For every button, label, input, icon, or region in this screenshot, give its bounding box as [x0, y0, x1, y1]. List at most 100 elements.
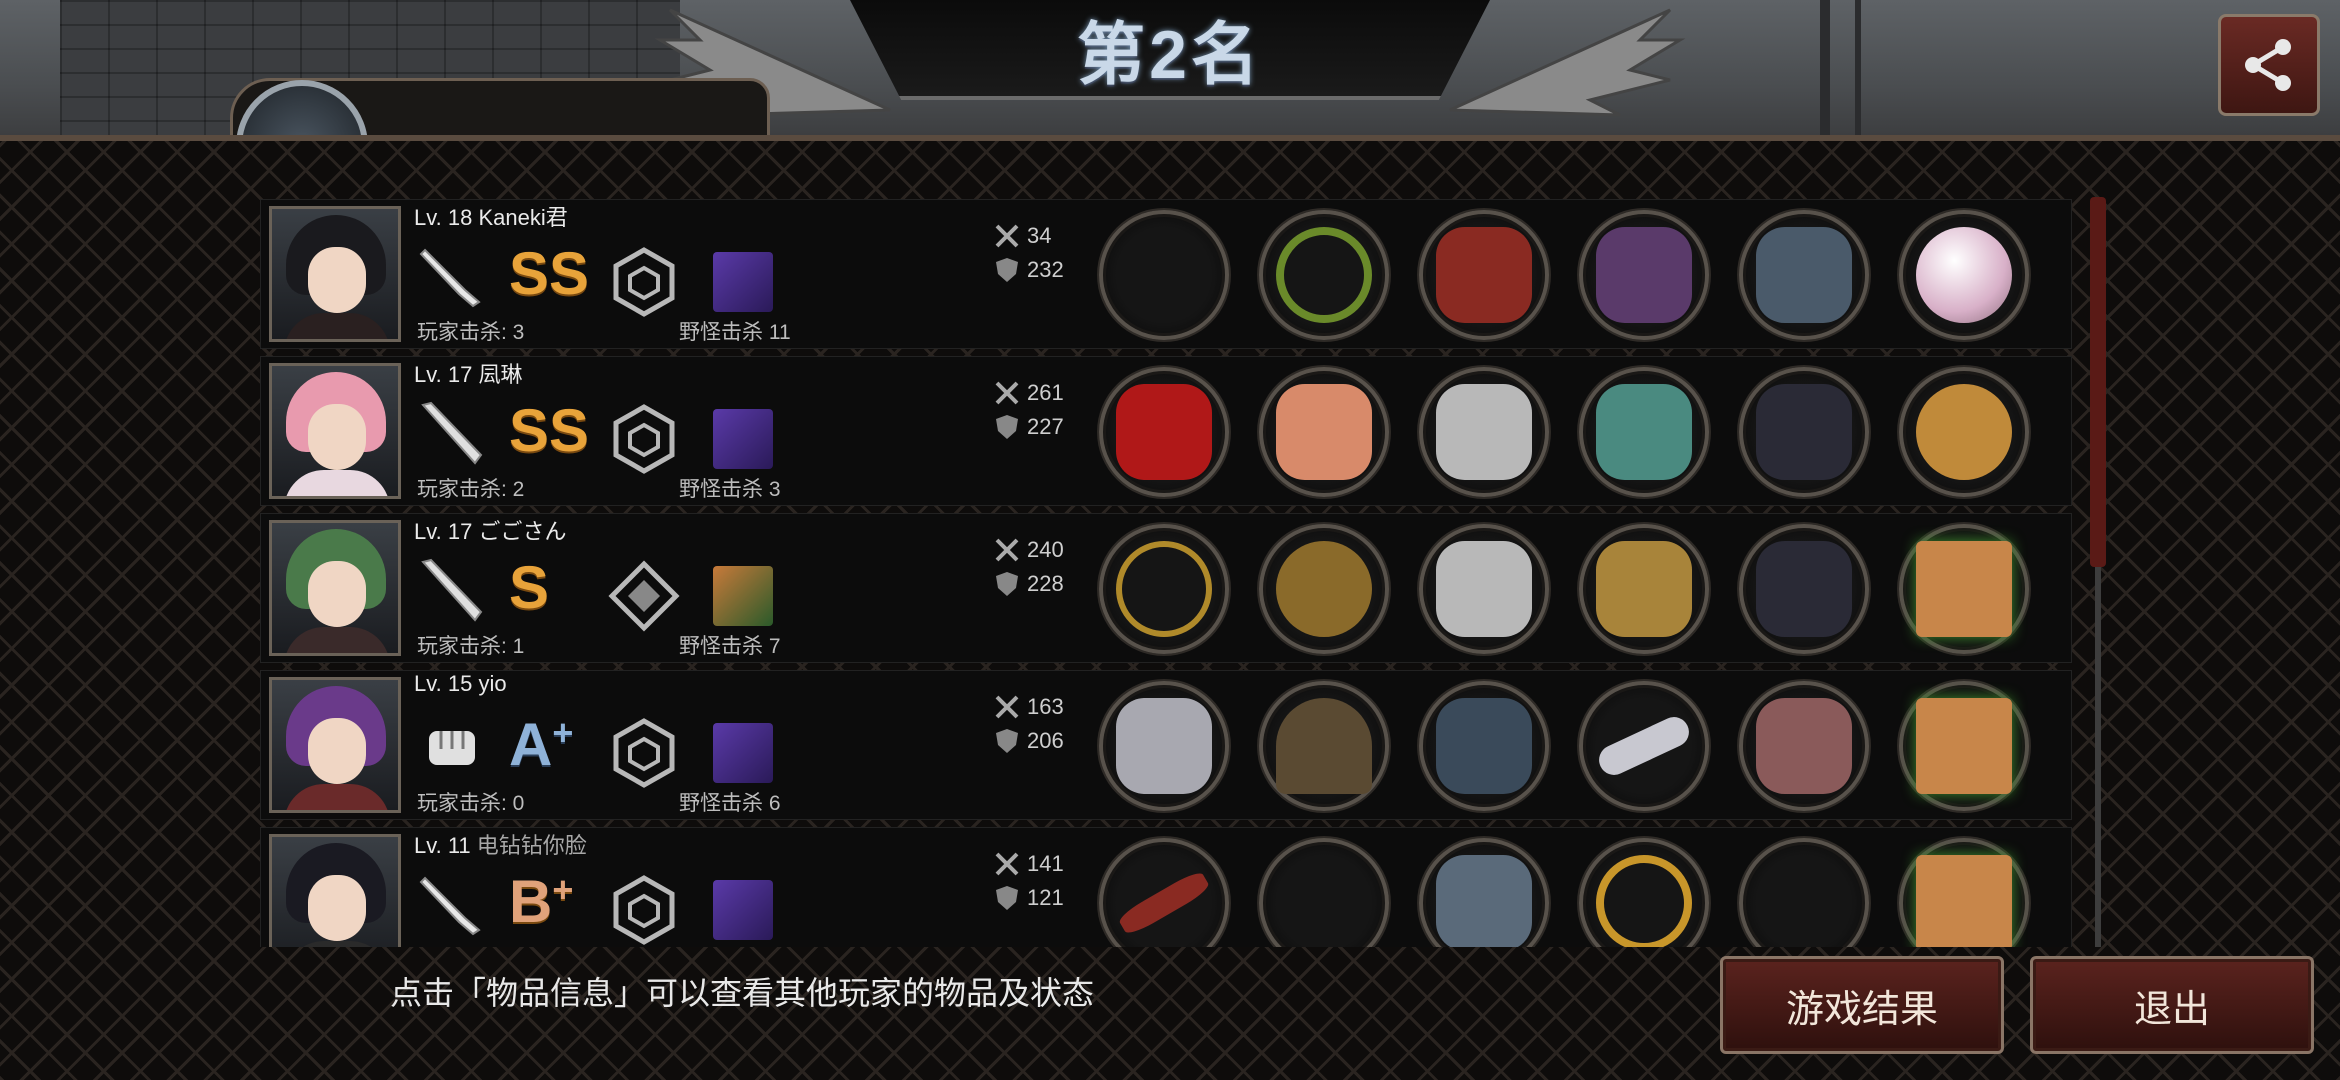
player-portrait — [269, 520, 401, 656]
equipment-slot-body[interactable] — [1419, 367, 1549, 497]
equipment-slot-weapon[interactable] — [1099, 367, 1229, 497]
equipment-slot-arm[interactable] — [1579, 681, 1709, 811]
crossed-swords-icon — [995, 538, 1019, 562]
defense-stat: 227 — [993, 413, 1064, 441]
pet-icon — [713, 566, 773, 626]
equipment-slot-accessory[interactable] — [1899, 210, 2029, 340]
attack-stat: 141 — [993, 850, 1064, 878]
shield-icon — [996, 572, 1018, 596]
equipment-slot-body[interactable] — [1419, 524, 1549, 654]
player-row[interactable]: Lv. 15 yio A+ 玩家击杀: 0 野怪击杀 6 163 206 — [260, 670, 2072, 820]
game-result-button[interactable]: 游戏结果 — [1720, 956, 2004, 1054]
knife-icon — [419, 876, 481, 936]
shield-icon — [996, 729, 1018, 753]
player-row[interactable]: Lv. 18 Kaneki君 SS 玩家击杀: 3 野怪击杀 11 34 232 — [260, 199, 2072, 349]
attack-stat: 34 — [993, 222, 1051, 250]
equipment-slot-weapon[interactable] — [1099, 838, 1229, 947]
player-level-name: Lv. 17 凨琳 — [414, 362, 523, 387]
hexagon-emblem-icon — [613, 875, 675, 945]
player-level-name: Lv. 15 yio — [414, 671, 507, 696]
rank-grade: B+ — [509, 868, 574, 935]
equipment-slot-head[interactable] — [1259, 681, 1389, 811]
monster-kills: 野怪击杀 3 — [679, 478, 781, 501]
player-row[interactable]: Lv. 17 ごごさん S 玩家击杀: 1 野怪击杀 7 240 228 — [260, 513, 2072, 663]
equipment-slot-arm[interactable] — [1579, 524, 1709, 654]
rank-grade: SS — [509, 240, 590, 307]
equipment-slot-accessory[interactable] — [1899, 524, 2029, 654]
equipment-slot-leg[interactable] — [1739, 838, 1869, 947]
player-row[interactable]: Lv. 11 电钻钻你脸 B+ 141 121 — [260, 827, 2072, 947]
hexagon-emblem-icon — [613, 247, 675, 317]
player-level-name: Lv. 17 ごごさん — [414, 519, 567, 544]
rank-title-banner: 第2名 — [850, 0, 1490, 100]
equipment-slot-head[interactable] — [1259, 367, 1389, 497]
rank-grade: SS — [509, 397, 590, 464]
rank-grade: S — [509, 554, 550, 621]
player-row[interactable]: Lv. 17 凨琳 SS 玩家击杀: 2 野怪击杀 3 261 227 — [260, 356, 2072, 506]
crossed-swords-icon — [995, 224, 1019, 248]
equipment-slot-weapon[interactable] — [1099, 524, 1229, 654]
equipment-slot-leg[interactable] — [1739, 681, 1869, 811]
player-portrait — [269, 363, 401, 499]
equipment-slot-leg[interactable] — [1739, 524, 1869, 654]
equipment-slot-head[interactable] — [1259, 838, 1389, 947]
shield-icon — [996, 415, 1018, 439]
rank-title: 第2名 — [1077, 16, 1263, 93]
equipment-slot-weapon[interactable] — [1099, 681, 1229, 811]
equipment-slot-head[interactable] — [1259, 210, 1389, 340]
equipment-slot-head[interactable] — [1259, 524, 1389, 654]
equipment-slot-body[interactable] — [1419, 838, 1549, 947]
background-pole — [1820, 0, 1830, 140]
fist-icon — [429, 731, 475, 765]
results-panel: Lv. 18 Kaneki君 SS 玩家击杀: 3 野怪击杀 11 34 232… — [0, 135, 2340, 1080]
defense-stat: 228 — [993, 570, 1064, 598]
equipment-slot-leg[interactable] — [1739, 210, 1869, 340]
knife-icon — [419, 248, 481, 308]
attack-stat: 163 — [993, 693, 1064, 721]
shield-icon — [996, 886, 1018, 910]
crossed-swords-icon — [995, 381, 1019, 405]
equipment-slot-body[interactable] — [1419, 210, 1549, 340]
equipment-slot-accessory[interactable] — [1899, 838, 2029, 947]
pet-icon — [713, 409, 773, 469]
defense-stat: 121 — [993, 884, 1064, 912]
player-portrait — [269, 677, 401, 813]
player-kills: 玩家击杀: 2 — [417, 478, 525, 501]
player-list[interactable]: Lv. 18 Kaneki君 SS 玩家击杀: 3 野怪击杀 11 34 232… — [260, 199, 2072, 947]
equipment-slot-accessory[interactable] — [1899, 367, 2029, 497]
player-kills: 玩家击杀: 3 — [417, 321, 525, 344]
pet-icon — [713, 880, 773, 940]
monster-kills: 野怪击杀 7 — [679, 635, 781, 658]
player-level-name: Lv. 18 Kaneki君 — [414, 205, 568, 230]
equipment-slot-body[interactable] — [1419, 681, 1549, 811]
player-portrait — [269, 834, 401, 947]
hexagon-emblem-icon — [613, 404, 675, 474]
monster-kills: 野怪击杀 6 — [679, 792, 781, 815]
equipment-slot-leg[interactable] — [1739, 367, 1869, 497]
item-info-hint: 点击「物品信息」可以查看其他玩家的物品及状态 — [390, 975, 1095, 1011]
background-pole — [1855, 0, 1861, 140]
bat-icon — [421, 558, 483, 622]
equipment-slot-weapon[interactable] — [1099, 210, 1229, 340]
share-icon — [2245, 39, 2291, 91]
attack-stat: 240 — [993, 536, 1064, 564]
rank-grade: A+ — [509, 711, 574, 778]
defense-stat: 206 — [993, 727, 1064, 755]
crossed-swords-icon — [995, 695, 1019, 719]
scrollbar-thumb[interactable] — [2090, 197, 2106, 567]
equipment-slot-arm[interactable] — [1579, 367, 1709, 497]
pet-icon — [713, 252, 773, 312]
equipment-slot-arm[interactable] — [1579, 838, 1709, 947]
share-button[interactable] — [2218, 14, 2320, 116]
pet-icon — [713, 723, 773, 783]
exit-button[interactable]: 退出 — [2030, 956, 2314, 1054]
equipment-slot-arm[interactable] — [1579, 210, 1709, 340]
crossed-swords-icon — [995, 852, 1019, 876]
monster-kills: 野怪击杀 11 — [679, 321, 791, 344]
player-portrait — [269, 206, 401, 342]
player-level-name: Lv. 11 电钻钻你脸 — [414, 833, 587, 858]
attack-stat: 261 — [993, 379, 1064, 407]
player-kills: 玩家击杀: 0 — [417, 792, 525, 815]
equipment-slot-accessory[interactable] — [1899, 681, 2029, 811]
bat-icon — [421, 401, 483, 465]
